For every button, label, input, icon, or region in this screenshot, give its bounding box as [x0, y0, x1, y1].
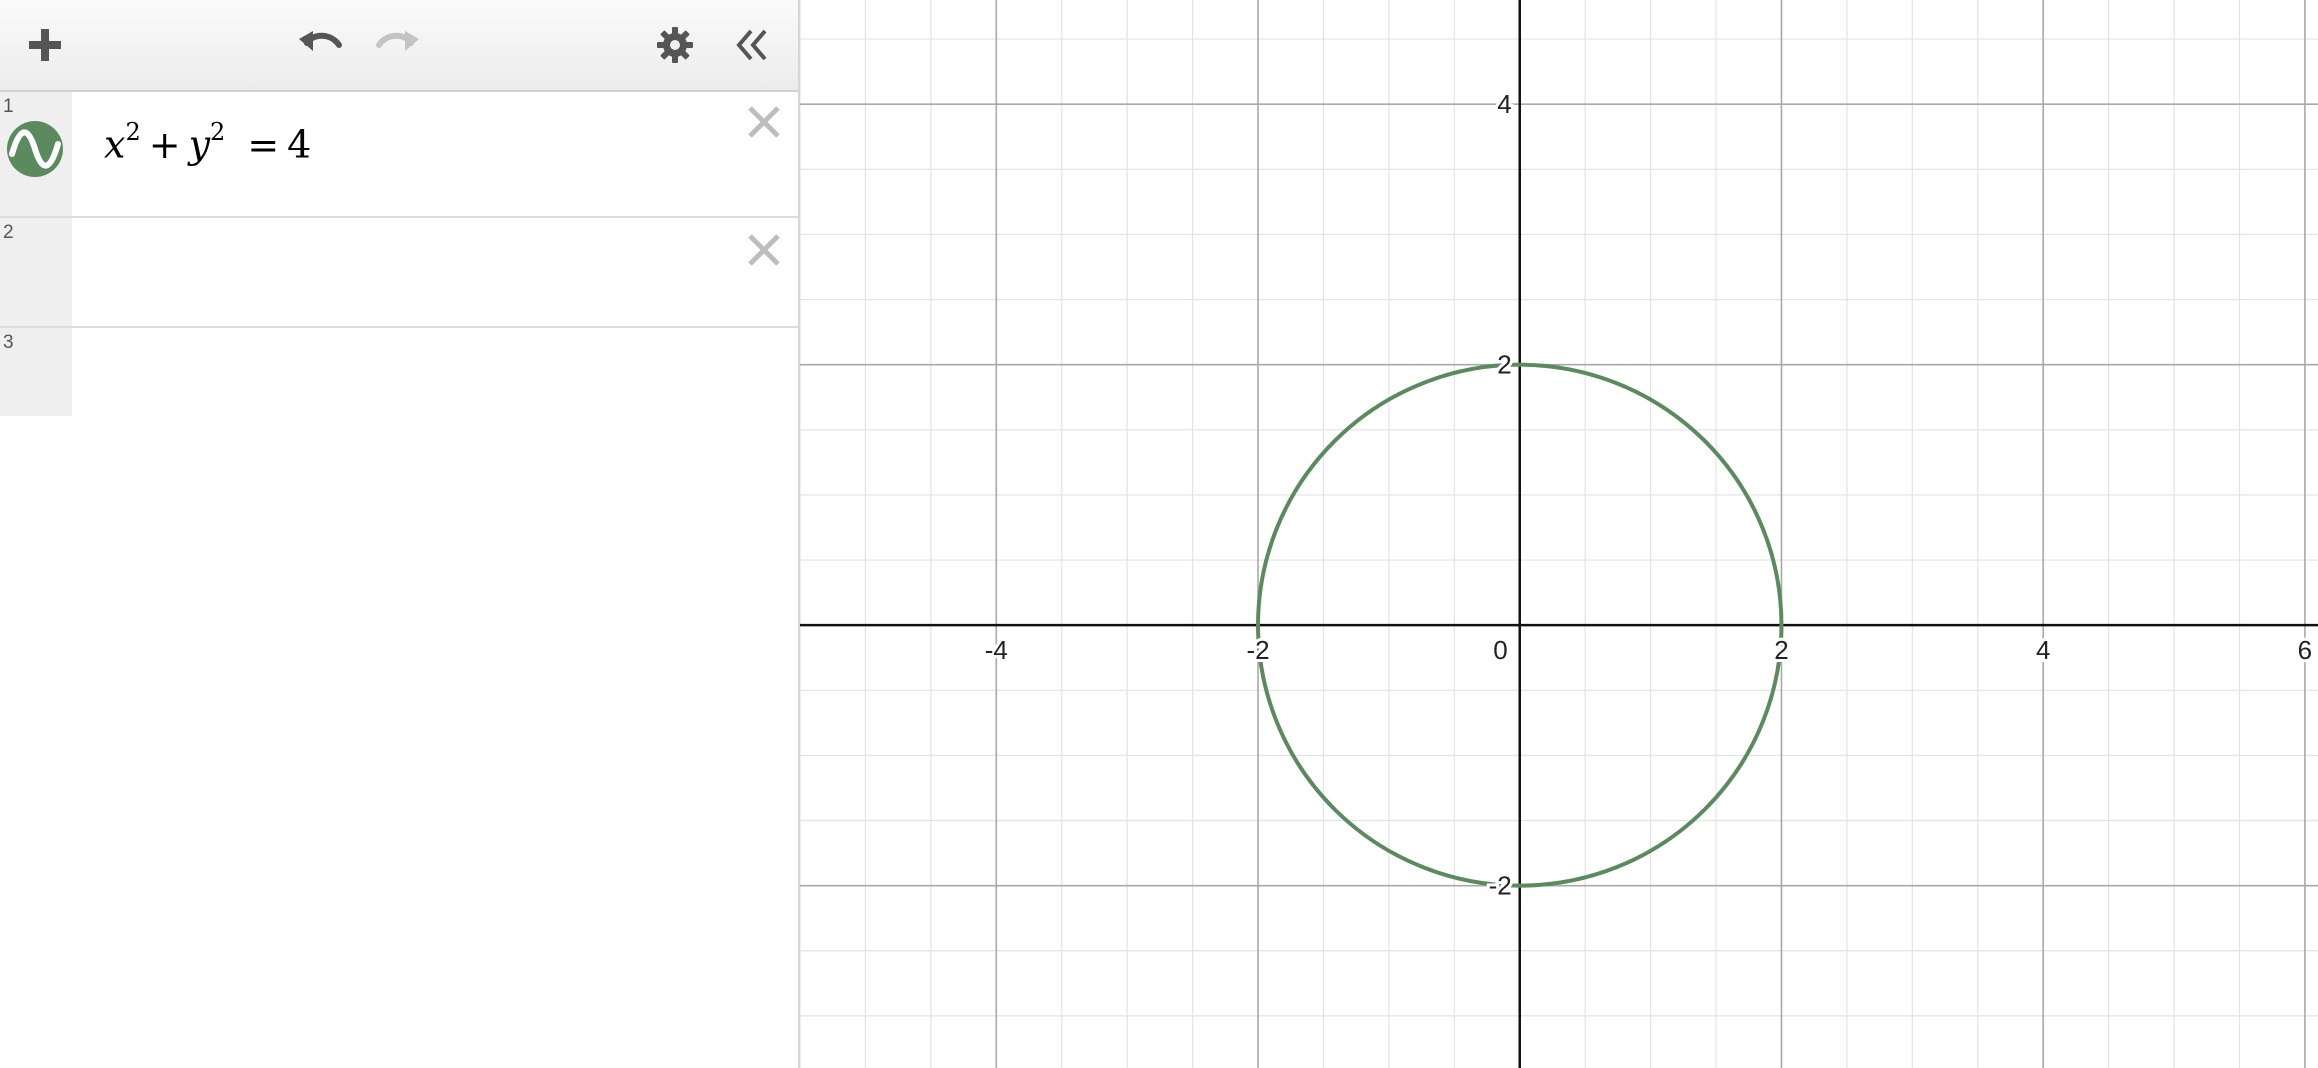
delete-expression-icon[interactable]: [744, 102, 784, 142]
exponent-x: 2: [125, 118, 141, 146]
tick-label: -2: [1489, 871, 1512, 901]
tick-label: 4: [2036, 635, 2050, 665]
settings-button[interactable]: [648, 18, 702, 72]
rhs-value: 4: [287, 122, 312, 167]
redo-button[interactable]: [370, 18, 424, 72]
expression-panel: 1 x2 + y2 = 4 2 3: [0, 0, 800, 1068]
exponent-y: 2: [210, 118, 226, 146]
add-item-button[interactable]: [18, 18, 72, 72]
tick-label: 6: [2298, 635, 2312, 665]
minor-grid: [800, 0, 2318, 1068]
graph-canvas[interactable]: -4 -2 2 4 6 4 2 -2 0: [800, 0, 2318, 1068]
plus-icon: [29, 29, 61, 61]
gear-icon: [657, 27, 693, 63]
row-number: 2: [3, 222, 14, 243]
expression-row-1[interactable]: 1 x2 + y2 = 4: [0, 92, 798, 218]
tick-label: 2: [1774, 635, 1788, 665]
tick-label: -4: [985, 635, 1008, 665]
tick-label: -2: [1246, 635, 1269, 665]
major-grid: [800, 0, 2318, 1068]
plus-operator: +: [148, 122, 181, 167]
double-chevron-left-icon: [736, 29, 767, 61]
axes: [800, 0, 2318, 1068]
row-number: 3: [3, 332, 14, 353]
undo-icon: [299, 31, 342, 51]
delete-expression-icon[interactable]: [744, 230, 784, 270]
var-x: x: [104, 122, 126, 167]
expression-toolbar: [0, 0, 798, 92]
graph-style-icon[interactable]: [6, 120, 64, 178]
expression-math[interactable]: x2 + y2 = 4: [104, 118, 312, 167]
tick-label: 4: [1497, 89, 1511, 119]
row-number: 1: [3, 96, 14, 117]
tick-label: 0: [1493, 635, 1507, 665]
tick-label: 2: [1497, 350, 1511, 380]
var-y: y: [188, 122, 211, 167]
equals-sign: =: [247, 122, 280, 167]
undo-button[interactable]: [294, 18, 348, 72]
redo-icon: [376, 31, 419, 51]
collapse-panel-button[interactable]: [724, 18, 778, 72]
expression-row-2[interactable]: 2: [0, 218, 798, 328]
expression-row-3[interactable]: 3: [0, 328, 798, 416]
